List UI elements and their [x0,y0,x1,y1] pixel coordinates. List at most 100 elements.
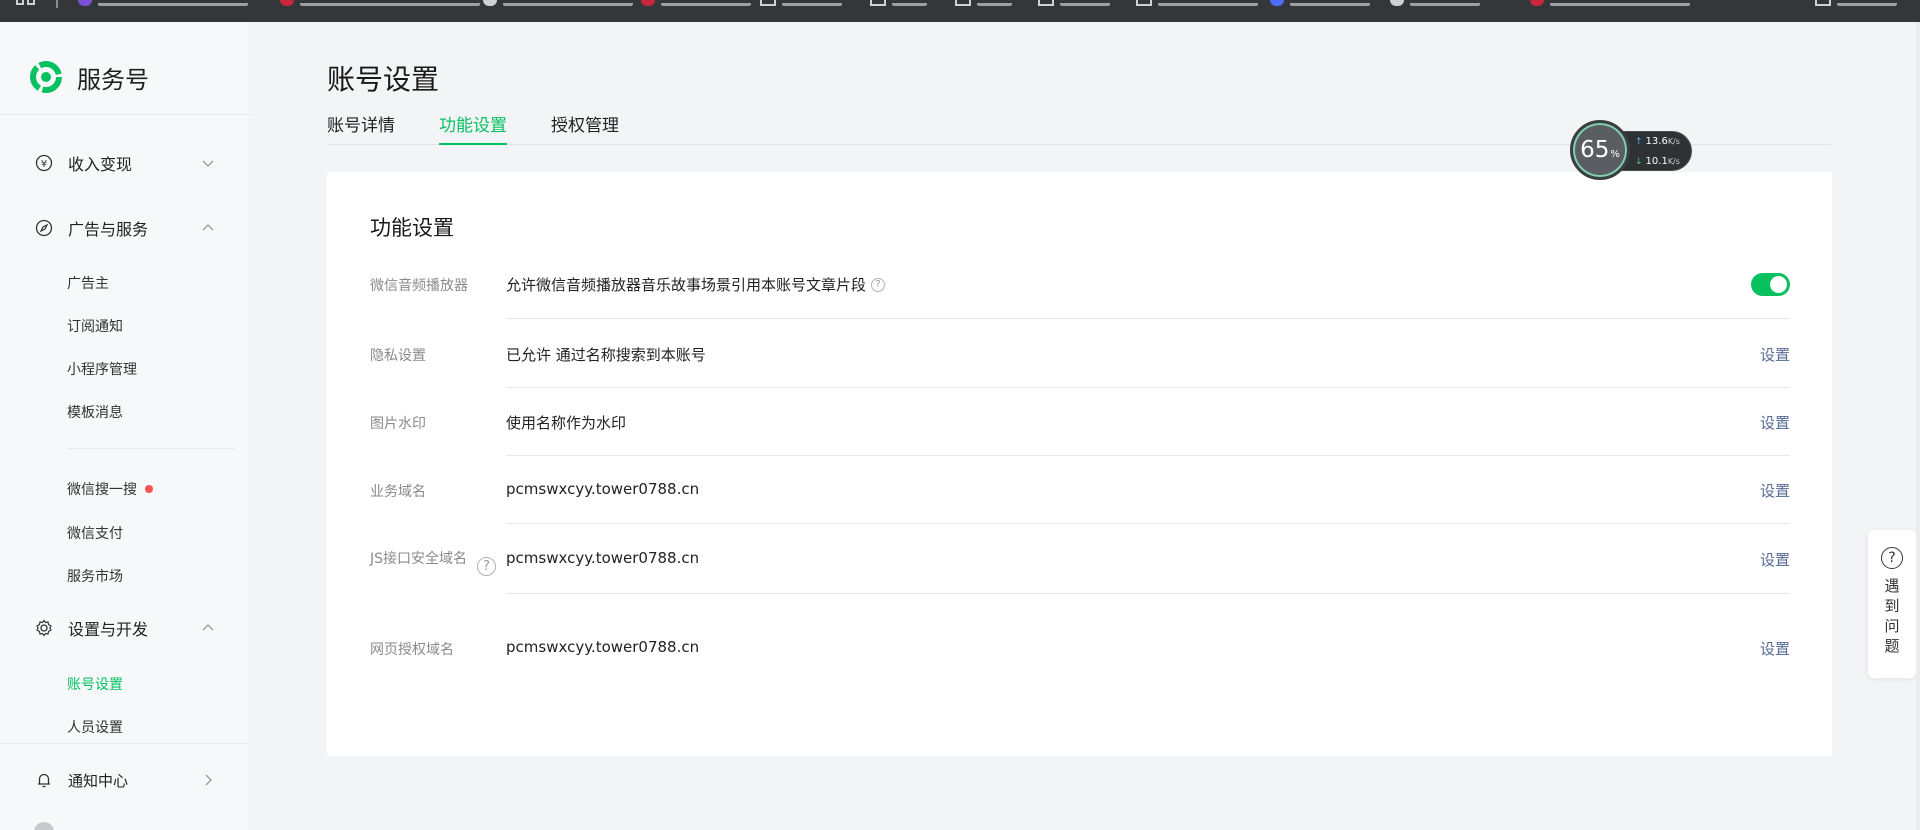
bookmark-item[interactable] [280,0,480,6]
business-domain-settings-link[interactable]: 设置 [1760,480,1790,501]
sidebar-item-wechat-pay[interactable]: 微信支付 [67,523,123,545]
settings-row-watermark: 图片水印 使用名称作为水印 设置 [370,403,1790,471]
sidebar-group-ads[interactable]: 广告与服务 [35,215,215,241]
arrow-up-icon: ↑ [1635,137,1643,147]
download-speed: ↓ 10.1K/s [1635,156,1680,167]
tab-feature-settings[interactable]: 功能设置 [439,113,507,145]
sidebar-item-service-market[interactable]: 服务市场 [67,566,123,588]
page-title: 账号设置 [327,63,440,96]
bookmark-folder[interactable] [1815,0,1897,6]
audio-player-toggle[interactable] [1751,273,1790,296]
question-circle-icon: ? [1881,547,1903,569]
chevron-up-icon [202,224,214,231]
settings-row-audio-player: 微信音频播放器 允许微信音频播放器音乐故事场景引用本账号文章片段 ? [370,265,1790,335]
settings-row-business-domain: 业务域名 pcmswxcyy.tower0788.cn 设置 [370,471,1790,539]
sidebar-item-miniprogram[interactable]: 小程序管理 [67,359,137,381]
sidebar-item-member-settings[interactable]: 人员设置 [67,717,123,739]
bell-icon [35,771,53,789]
chevron-down-icon [202,160,214,167]
sidebar-item-template-message[interactable]: 模板消息 [67,402,123,424]
gear-icon [35,619,53,637]
scrollbar-track[interactable] [1916,22,1920,830]
help-float-button[interactable]: ? 遇 到 问 题 [1868,530,1916,678]
usage-ring: 65% [1570,120,1630,180]
js-domain-settings-link[interactable]: 设置 [1760,549,1790,570]
row-label: 隐私设置 [370,348,426,364]
settings-row-privacy: 隐私设置 已允许 通过名称搜索到本账号 设置 [370,335,1790,403]
row-divider [506,318,1790,319]
sidebar-item-account-settings[interactable]: 账号设置 [67,674,123,696]
bookmark-item[interactable] [78,0,248,6]
bookmark-folder[interactable] [870,0,927,6]
sidebar-group-label: 设置与开发 [68,620,149,639]
row-value: 已允许 通过名称搜索到本账号 [506,346,706,364]
sidebar-item-wechat-search[interactable]: 微信搜一搜 [67,479,153,501]
row-divider [506,455,1790,456]
row-value: 允许微信音频播放器音乐故事场景引用本账号文章片段 ? [506,274,886,295]
notification-dot [145,485,153,493]
sidebar-group-label: 收入变现 [68,155,133,174]
network-monitor-widget[interactable]: 65% ↑ 13.6K/s ↓ 10.1K/s [1570,120,1694,182]
tab-authorization[interactable]: 授权管理 [551,113,619,145]
bookmark-item[interactable] [641,0,751,6]
sidebar-group-income[interactable]: ¥ 收入变现 [35,150,215,176]
avatar[interactable] [34,822,54,830]
sidebar-group-label: 广告与服务 [68,220,149,239]
row-value-text: 允许微信音频播放器音乐故事场景引用本账号文章片段 [506,276,867,294]
yen-circle-icon: ¥ [35,154,53,172]
brand-name: 服务号 [77,65,149,94]
compass-icon [35,219,53,237]
privacy-settings-link[interactable]: 设置 [1760,344,1790,365]
bookmark-item[interactable] [483,0,633,6]
row-value: pcmswxcyy.tower0788.cn [506,638,700,656]
sidebar-item-subscribe-notice[interactable]: 订阅通知 [67,316,123,338]
sidebar-group-settings[interactable]: 设置与开发 [35,615,215,641]
row-value: pcmswxcyy.tower0788.cn [506,549,700,567]
row-divider [506,593,1790,594]
sidebar-item-label: 微信搜一搜 [67,482,137,498]
feature-settings-card: 功能设置 微信音频播放器 允许微信音频播放器音乐故事场景引用本账号文章片段 ? … [327,172,1832,756]
usage-percent: 65% [1580,137,1620,163]
bookmark-folder[interactable] [1136,0,1258,6]
bookmark-item[interactable] [1390,0,1480,6]
upload-speed: ↑ 13.6K/s [1635,136,1680,147]
arrow-down-icon: ↓ [1635,157,1643,167]
browser-bookmark-bar [0,0,1920,22]
row-value: pcmswxcyy.tower0788.cn [506,480,700,498]
sidebar: 服务号 ¥ 收入变现 广告与服务 广告主 订阅通知 小程序管理 模板消息 微信搜… [0,22,250,830]
sidebar-group-label: 通知中心 [68,771,129,790]
bookmark-folder[interactable] [1038,0,1110,6]
row-label: 业务域名 [370,484,426,500]
row-label-text: JS接口安全域名 [370,551,468,567]
brand-logo[interactable]: 服务号 [28,57,159,97]
settings-row-js-domain: JS接口安全域名 ? pcmswxcyy.tower0788.cn 设置 [370,539,1790,629]
svg-text:¥: ¥ [41,159,47,170]
sidebar-divider [0,114,250,115]
card-title: 功能设置 [370,216,454,240]
apps-grid-icon[interactable] [16,0,36,6]
row-label: JS接口安全域名 [370,547,475,571]
chevron-up-icon [202,624,214,631]
sidebar-divider [0,743,250,744]
row-label: 网页授权域名 [370,642,454,658]
help-icon[interactable]: ? [477,557,496,576]
bookmark-item[interactable] [1270,0,1370,6]
row-label: 微信音频播放器 [370,278,468,294]
help-float-label: 遇 到 问 题 [1884,577,1900,655]
oauth-domain-settings-link[interactable]: 设置 [1760,638,1790,659]
sidebar-subdivider [67,448,235,449]
tab-account-details[interactable]: 账号详情 [327,113,395,145]
row-divider [506,523,1790,524]
watermark-settings-link[interactable]: 设置 [1760,412,1790,433]
settings-row-oauth-domain: 网页授权域名 pcmswxcyy.tower0788.cn 设置 [370,629,1790,689]
row-divider [506,387,1790,388]
sidebar-item-advertiser[interactable]: 广告主 [67,273,109,295]
bookmark-folder[interactable] [955,0,1012,6]
row-label: 图片水印 [370,416,426,432]
sidebar-group-notifications[interactable]: 通知中心 [35,767,215,793]
row-value: 使用名称作为水印 [506,414,627,432]
bookmark-folder[interactable] [760,0,842,6]
help-icon[interactable]: ? [871,277,886,292]
bookmark-item[interactable] [1530,0,1690,6]
chevron-right-icon [205,774,212,786]
